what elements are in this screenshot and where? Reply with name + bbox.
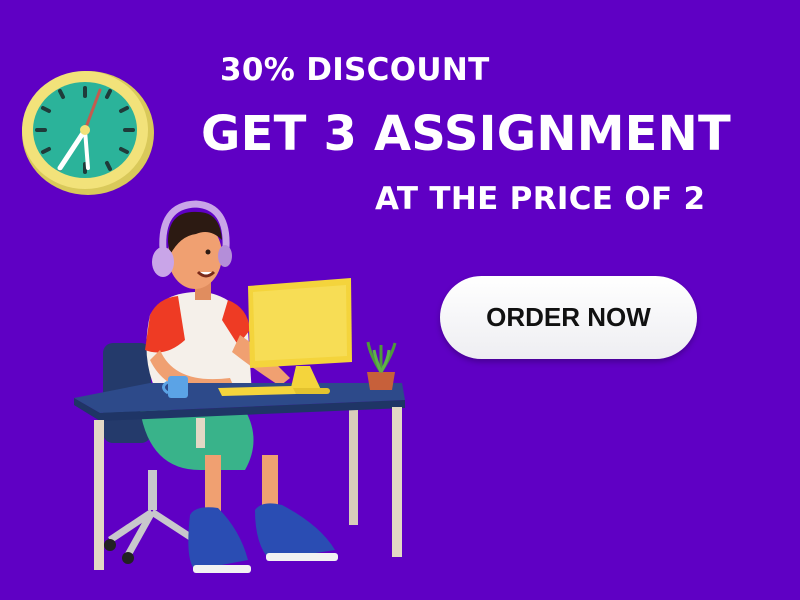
subheadline-text: AT THE PRICE OF 2 xyxy=(375,181,706,217)
discount-text: 30% DISCOUNT xyxy=(220,52,490,88)
promo-banner: 30% DISCOUNT GET 3 ASSIGNMENT AT THE PRI… xyxy=(0,0,800,600)
monitor xyxy=(248,278,352,394)
order-now-button[interactable]: ORDER NOW xyxy=(440,276,697,359)
left-shoe xyxy=(188,507,248,570)
chair-base xyxy=(104,470,201,564)
wall-clock-icon xyxy=(22,71,154,195)
headline-title: GET 3 ASSIGNMENT xyxy=(201,106,731,162)
right-shoe xyxy=(255,503,335,560)
potted-plant-icon xyxy=(366,341,397,390)
student-at-desk-illustration xyxy=(74,200,405,573)
